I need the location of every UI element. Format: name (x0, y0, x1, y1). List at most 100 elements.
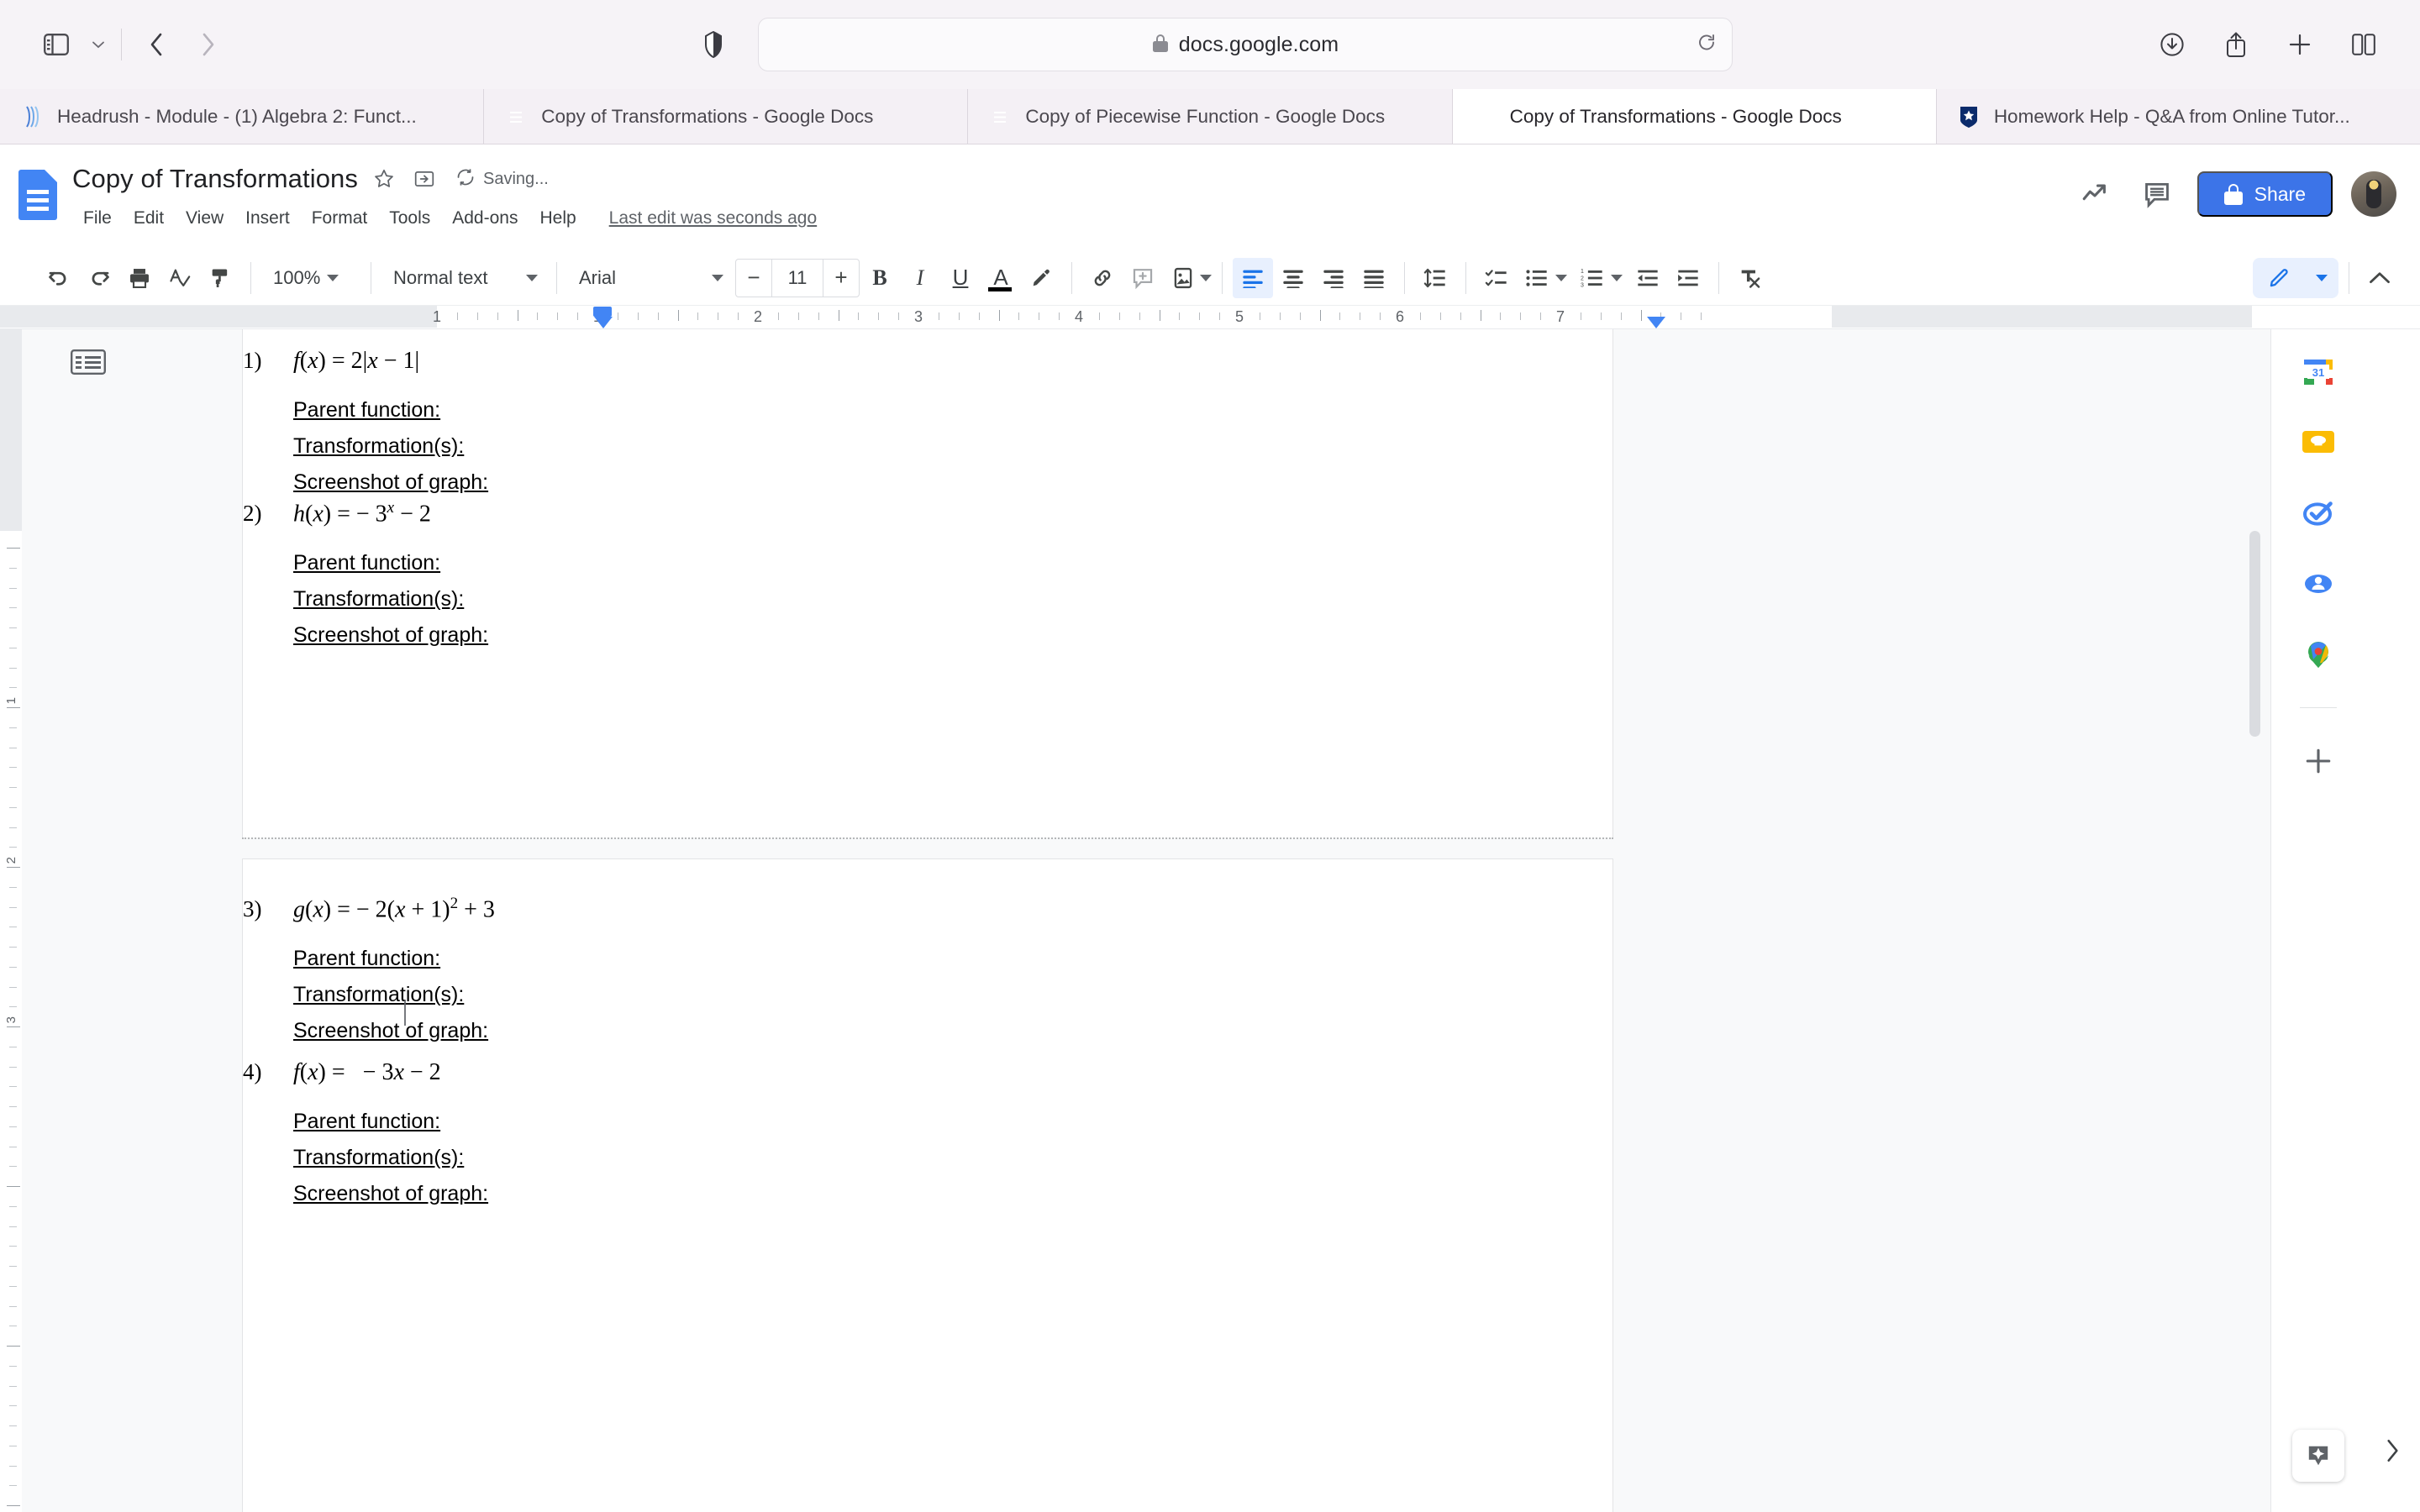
numbered-list-icon[interactable]: 123 (1572, 258, 1612, 298)
google-tasks-icon[interactable] (2299, 494, 2338, 533)
activity-dashboard-icon[interactable] (2073, 172, 2117, 216)
menu-item-help[interactable]: Help (529, 203, 587, 234)
ruler-tick (1179, 312, 1181, 320)
reload-icon[interactable] (1697, 33, 1717, 57)
menu-item-file[interactable]: File (72, 203, 123, 234)
google-calendar-icon[interactable]: 31 (2299, 353, 2338, 391)
redo-icon[interactable] (79, 258, 119, 298)
menu-item-view[interactable]: View (175, 203, 234, 234)
underline-button[interactable]: U (940, 258, 981, 298)
add-comment-icon[interactable] (1123, 258, 1163, 298)
vertical-scrollbar[interactable] (2249, 329, 2262, 1512)
undo-icon[interactable] (39, 258, 79, 298)
star-icon[interactable] (370, 165, 398, 193)
avatar[interactable] (2351, 171, 2396, 217)
chevron-down-icon[interactable] (2316, 274, 2328, 281)
google-maps-icon[interactable] (2299, 635, 2338, 674)
font-size-increase-button[interactable]: + (823, 260, 859, 297)
last-edit-link[interactable]: Last edit was seconds ago (609, 208, 818, 228)
menu-item-insert[interactable]: Insert (234, 203, 301, 234)
back-button[interactable] (130, 18, 182, 71)
chevron-down-icon[interactable] (1555, 274, 1567, 281)
right-indent-marker[interactable] (1647, 317, 1665, 328)
new-tab-icon[interactable] (2274, 18, 2326, 71)
align-right-icon[interactable] (1313, 258, 1354, 298)
add-on-plus-icon[interactable] (2299, 742, 2338, 780)
highlight-pen-icon[interactable] (1021, 258, 1061, 298)
document-scroll-area[interactable]: 1) f(x) = 2|x − 1| Parent function: Transfo… (242, 329, 2270, 1512)
clear-formatting-icon[interactable] (1729, 258, 1770, 298)
google-contacts-icon[interactable] (2299, 564, 2338, 603)
share-icon[interactable] (2210, 18, 2262, 71)
chevron-right-icon[interactable] (2383, 1437, 2402, 1468)
left-indent-marker[interactable] (593, 307, 612, 317)
edit-mode-pencil-icon[interactable] (2253, 257, 2305, 298)
bold-button[interactable]: B (860, 258, 900, 298)
divider (1071, 261, 1072, 294)
ruler-label: 1 (432, 308, 442, 325)
ruler-tick (476, 312, 478, 320)
move-to-folder-icon[interactable] (410, 165, 439, 193)
browser-tab-1[interactable]: Copy of Transformations - Google Docs (484, 89, 969, 144)
tab-overview-icon[interactable] (2338, 18, 2390, 71)
insert-image-icon[interactable] (1163, 258, 1203, 298)
menu-item-add-ons[interactable]: Add-ons (441, 203, 529, 234)
document-page[interactable]: 3) g(x) = − 2(x + 1)2 + 3 Parent function:… (242, 859, 1613, 1512)
question-block: 1) f(x) = 2|x − 1| Parent function: Transfo… (243, 348, 1612, 495)
menu-item-tools[interactable]: Tools (378, 203, 441, 234)
align-left-icon[interactable] (1233, 257, 1273, 298)
google-keep-icon[interactable] (2299, 423, 2338, 462)
menu-item-edit[interactable]: Edit (123, 203, 175, 234)
increase-indent-icon[interactable] (1668, 258, 1708, 298)
question-number: 2) (243, 501, 262, 527)
paragraph-style-selector[interactable]: Normal text (381, 258, 546, 298)
bulleted-list-icon[interactable] (1517, 258, 1557, 298)
spellcheck-icon[interactable] (160, 258, 200, 298)
italic-button[interactable]: I (900, 258, 940, 298)
question-equation: f(x) = − 3x − 2 (293, 1059, 441, 1085)
align-justify-icon[interactable] (1354, 258, 1394, 298)
sidebar-toggle-icon[interactable] (30, 18, 82, 71)
line-spacing-icon[interactable] (1415, 258, 1455, 298)
chevron-down-icon[interactable] (1611, 274, 1623, 281)
text-color-button[interactable]: A (981, 258, 1021, 298)
headrush-icon (22, 105, 44, 129)
chevron-up-icon[interactable] (2360, 258, 2400, 298)
browser-tab-4[interactable]: Homework Help - Q&A from Online Tutor... (1936, 89, 2420, 144)
paint-format-icon[interactable] (200, 258, 240, 298)
align-center-icon[interactable] (1273, 258, 1313, 298)
chevron-down-icon[interactable] (1200, 274, 1212, 281)
print-icon[interactable] (119, 258, 160, 298)
forward-button[interactable] (182, 18, 234, 71)
comment-history-icon[interactable] (2135, 172, 2179, 216)
browser-tab-0[interactable]: Headrush - Module - (1) Algebra 2: Funct… (0, 89, 485, 144)
menu-item-format[interactable]: Format (301, 203, 379, 234)
ruler-tick (1118, 312, 1120, 320)
zoom-selector[interactable]: 100% (261, 258, 360, 298)
vruler-tick (9, 787, 17, 788)
font-size-stepper: − 11 + (735, 258, 860, 297)
share-button[interactable]: Share (2196, 171, 2333, 217)
font-size-decrease-button[interactable]: − (736, 260, 771, 297)
decrease-indent-icon[interactable] (1628, 258, 1668, 298)
font-selector[interactable]: Arial (567, 258, 732, 298)
ruler-tick (958, 312, 960, 320)
font-size-value[interactable]: 11 (771, 259, 823, 297)
ruler-tick (998, 310, 1000, 321)
document-outline-icon[interactable] (69, 348, 108, 376)
insert-link-icon[interactable] (1082, 258, 1123, 298)
privacy-shield-icon[interactable] (687, 18, 739, 71)
browser-tab-2[interactable]: Copy of Piecewise Function - Google Docs (968, 89, 1453, 144)
browser-tab-3[interactable]: Copy of Transformations - Google Docs (1452, 89, 1937, 144)
checklist-icon[interactable] (1476, 258, 1517, 298)
address-bar[interactable]: docs.google.com (758, 18, 1733, 71)
sidebar-dropdown-icon[interactable] (84, 18, 113, 71)
document-title[interactable]: Copy of Transformations (72, 164, 358, 194)
vruler-tick (9, 1465, 17, 1467)
explore-button[interactable] (2292, 1430, 2344, 1482)
vertical-ruler[interactable]: 1 2 3 (0, 329, 22, 1512)
downloads-icon[interactable] (2146, 18, 2198, 71)
horizontal-ruler[interactable]: 11234567 (0, 306, 2420, 329)
scrollbar-thumb[interactable] (2249, 531, 2260, 737)
first-line-indent-marker[interactable] (594, 317, 613, 328)
